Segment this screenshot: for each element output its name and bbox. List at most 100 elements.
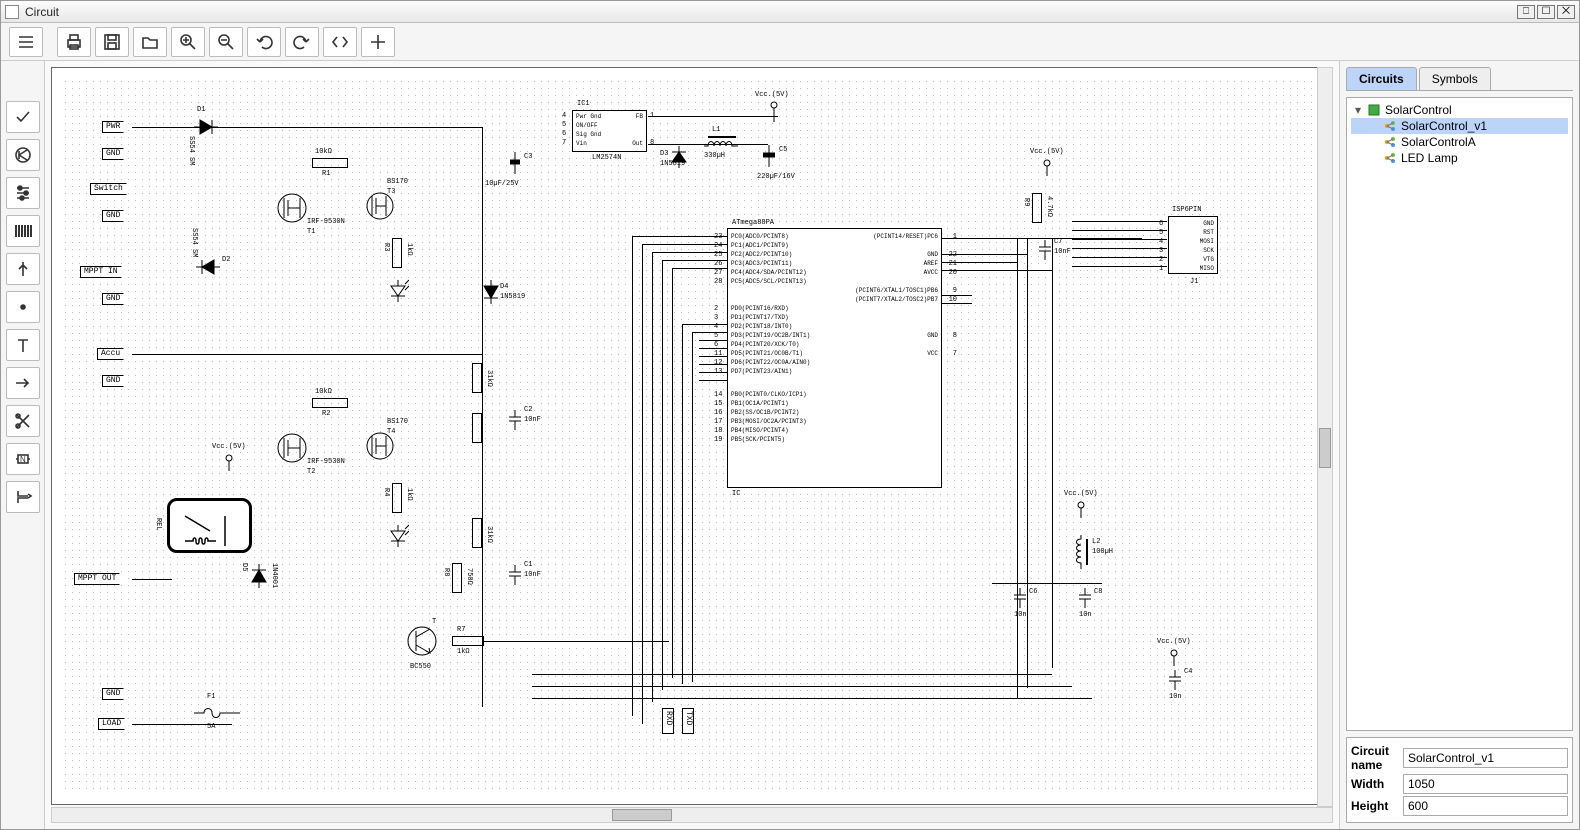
- print-button[interactable]: [57, 27, 91, 57]
- ic1-lm2574[interactable]: Pwr Gnd ON/OFF Sig Gnd Vin FB Out: [572, 110, 647, 152]
- redo-icon: [292, 32, 312, 52]
- net-label[interactable]: TXD: [682, 708, 694, 734]
- save-button[interactable]: [95, 27, 129, 57]
- net-label[interactable]: MPPT OUT: [74, 573, 120, 585]
- ref-label: F1: [207, 693, 215, 701]
- relay[interactable]: [167, 498, 252, 553]
- led-2[interactable]: [387, 523, 409, 551]
- tree-item[interactable]: SolarControlA: [1351, 134, 1568, 150]
- val-label: 10n: [1169, 693, 1182, 701]
- tab-circuits[interactable]: Circuits: [1346, 67, 1417, 90]
- tab-symbols[interactable]: Symbols: [1419, 67, 1491, 90]
- check-icon: [13, 107, 33, 127]
- text-tool[interactable]: [6, 329, 40, 361]
- net-label[interactable]: MPPT IN: [80, 266, 122, 278]
- open-button[interactable]: [133, 27, 167, 57]
- net-label[interactable]: LOAD: [98, 718, 125, 730]
- led-1[interactable]: [387, 278, 409, 306]
- tree-root[interactable]: ▾ SolarControl: [1351, 102, 1568, 118]
- resistor-r7[interactable]: [452, 636, 484, 646]
- diode-d5[interactable]: [250, 558, 268, 590]
- merge-tool[interactable]: [6, 481, 40, 513]
- scroll-thumb[interactable]: [612, 809, 672, 821]
- net-label[interactable]: GND: [102, 688, 124, 700]
- zoom-in-button[interactable]: [171, 27, 205, 57]
- resistor-r9[interactable]: [1032, 193, 1042, 223]
- component-tool[interactable]: [6, 139, 40, 171]
- bus-tool[interactable]: [6, 215, 40, 247]
- close-button[interactable]: ⨉: [1557, 5, 1575, 19]
- wire-tool[interactable]: [6, 253, 40, 285]
- ic-atmega[interactable]: PC0(ADC0/PCINT8)23PC1(ADC1/PCINT9)24PC2(…: [727, 228, 942, 488]
- schematic-canvas[interactable]: PWR GND Switch GND MPPT IN GND Accu GND …: [51, 67, 1333, 805]
- print-icon: [64, 32, 84, 52]
- diode-d4[interactable]: [482, 278, 500, 310]
- net-label[interactable]: Accu: [97, 348, 124, 360]
- height-input[interactable]: [1403, 796, 1568, 816]
- net-label[interactable]: RXD: [662, 708, 674, 734]
- cap-c7[interactable]: [1037, 238, 1053, 262]
- scroll-thumb[interactable]: [1319, 428, 1331, 468]
- properties-tool[interactable]: [6, 177, 40, 209]
- maximize-button[interactable]: ☐: [1537, 5, 1555, 19]
- cap-c8[interactable]: [1077, 586, 1093, 610]
- circuit-name-input[interactable]: [1403, 748, 1568, 768]
- cap-c6[interactable]: [1012, 586, 1028, 610]
- cap-c4[interactable]: [1167, 668, 1183, 692]
- diode-d1[interactable]: [192, 116, 222, 138]
- resistor-r5[interactable]: [472, 363, 482, 393]
- cap-c1[interactable]: [507, 563, 523, 587]
- resistor-r1[interactable]: [312, 158, 348, 168]
- width-input[interactable]: [1403, 774, 1568, 794]
- vcc-label: Vcc.(5V): [755, 91, 789, 99]
- redo-button[interactable]: [285, 27, 319, 57]
- resistor-r6-a[interactable]: [472, 413, 482, 443]
- circuit-icon: [1383, 151, 1397, 165]
- junction-tool[interactable]: [6, 291, 40, 323]
- resistor-r8[interactable]: [452, 563, 462, 593]
- resistor-r2[interactable]: [312, 398, 348, 408]
- ref-label: T: [432, 618, 436, 626]
- cut-tool[interactable]: [6, 405, 40, 437]
- circuit-tree[interactable]: ▾ SolarControl SolarControl_v1 SolarCont…: [1346, 97, 1573, 731]
- resistor-r4[interactable]: [392, 483, 402, 513]
- mosfet-t1[interactable]: [272, 188, 312, 228]
- net-label[interactable]: Switch: [90, 183, 127, 195]
- net-label[interactable]: GND: [102, 210, 124, 222]
- zoom-in-icon: [178, 32, 198, 52]
- net-label[interactable]: GND: [102, 375, 124, 387]
- bjt-t5[interactable]: [404, 623, 440, 659]
- cap-c3[interactable]: [507, 150, 523, 178]
- undo-button[interactable]: [247, 27, 281, 57]
- diode-d2[interactable]: [192, 256, 222, 278]
- minimize-button[interactable]: ⎕: [1517, 5, 1535, 19]
- vcc-symbol: [1074, 500, 1088, 520]
- ref-label: R2: [322, 410, 330, 418]
- expand-icon[interactable]: ▾: [1353, 103, 1363, 117]
- validate-tool[interactable]: [6, 101, 40, 133]
- horizontal-scrollbar[interactable]: [51, 807, 1333, 823]
- vertical-scrollbar[interactable]: [1317, 67, 1333, 807]
- resistor-r6[interactable]: [472, 518, 482, 548]
- cap-c5[interactable]: [760, 143, 778, 171]
- net-label[interactable]: GND: [102, 293, 124, 305]
- menu-button[interactable]: [9, 27, 43, 57]
- cap-c2[interactable]: [507, 408, 523, 432]
- inductor-l1[interactable]: [702, 134, 742, 152]
- crosshair-button[interactable]: [361, 27, 395, 57]
- net-label[interactable]: GND: [102, 148, 124, 160]
- val-label: IRF-9530N: [307, 458, 345, 466]
- zoom-out-button[interactable]: [209, 27, 243, 57]
- mosfet-t2[interactable]: [272, 428, 312, 468]
- isp-connector[interactable]: GND6RST5MOSI4SCK3VTG2MISO1: [1168, 216, 1218, 274]
- net-label[interactable]: PWR: [102, 121, 124, 133]
- inductor-l2[interactable]: [1072, 533, 1090, 573]
- tree-item[interactable]: LED Lamp: [1351, 150, 1568, 166]
- resistor-r3[interactable]: [392, 238, 402, 268]
- fuse-f1[interactable]: [192, 703, 242, 723]
- tree-item[interactable]: SolarControl_v1: [1351, 118, 1568, 134]
- code-button[interactable]: [323, 27, 357, 57]
- vcc-label: Vcc.(5V): [1157, 638, 1191, 646]
- node-tool[interactable]: N: [6, 443, 40, 475]
- netlabel-tool[interactable]: [6, 367, 40, 399]
